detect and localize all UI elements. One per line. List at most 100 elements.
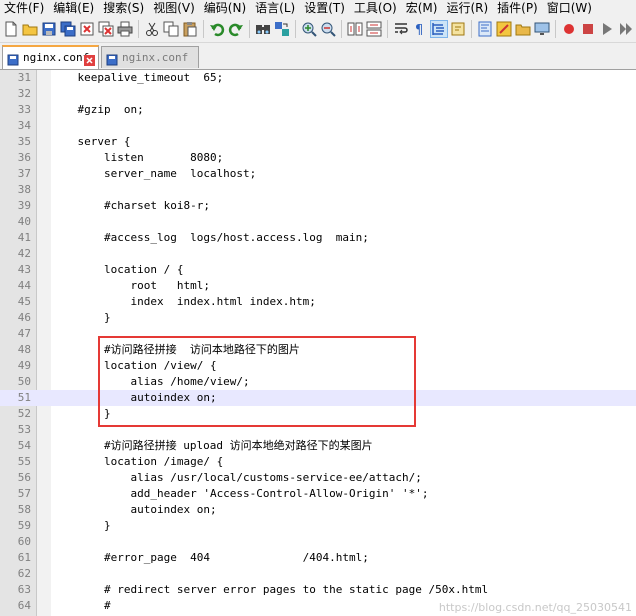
zoom-in-icon[interactable] bbox=[301, 21, 317, 37]
code-text: alias /usr/local/customs-service-ee/atta… bbox=[51, 471, 422, 484]
line-number: 39 bbox=[17, 199, 31, 212]
code-text: autoindex on; bbox=[51, 503, 217, 516]
line-number: 41 bbox=[17, 231, 31, 244]
code-line[interactable]: 39 #charset koi8-r; bbox=[0, 198, 636, 214]
code-line[interactable]: 31 keepalive_timeout 65; bbox=[0, 70, 636, 86]
paste-icon[interactable] bbox=[182, 21, 198, 37]
open-file-icon[interactable] bbox=[22, 21, 38, 37]
line-number: 52 bbox=[17, 407, 31, 420]
svg-text:¶: ¶ bbox=[415, 23, 423, 37]
menu-window[interactable]: 窗口(W) bbox=[543, 0, 597, 16]
close-icon[interactable] bbox=[79, 21, 95, 37]
sync-horizontal-icon[interactable] bbox=[366, 21, 382, 37]
menu-settings[interactable]: 设置(T) bbox=[300, 0, 350, 16]
record-macro-icon[interactable] bbox=[561, 21, 577, 37]
file-saved-icon bbox=[106, 52, 118, 66]
code-line[interactable]: 43 location / { bbox=[0, 262, 636, 278]
code-line[interactable]: 45 index index.html index.htm; bbox=[0, 294, 636, 310]
tab-nginx-conf-active[interactable]: nginx.conf bbox=[2, 45, 99, 69]
code-text: } bbox=[51, 311, 111, 324]
function-list-icon[interactable] bbox=[496, 21, 512, 37]
copy-icon[interactable] bbox=[163, 21, 179, 37]
line-number: 58 bbox=[17, 503, 31, 516]
code-line[interactable]: 46 } bbox=[0, 310, 636, 326]
new-file-icon[interactable] bbox=[3, 21, 19, 37]
line-number: 62 bbox=[17, 567, 31, 580]
line-number: 51 bbox=[17, 391, 31, 404]
line-number: 46 bbox=[17, 311, 31, 324]
line-number: 37 bbox=[17, 167, 31, 180]
code-text: listen 8080; bbox=[51, 151, 224, 164]
save-all-icon[interactable] bbox=[60, 21, 76, 37]
line-number: 32 bbox=[17, 87, 31, 100]
code-line[interactable]: 37 server_name localhost; bbox=[0, 166, 636, 182]
save-icon[interactable] bbox=[41, 21, 57, 37]
code-line[interactable]: 38 bbox=[0, 182, 636, 198]
code-line[interactable]: 61 #error_page 404 /404.html; bbox=[0, 550, 636, 566]
code-line[interactable]: 54 #访问路径拼接 upload 访问本地绝对路径下的某图片 bbox=[0, 438, 636, 454]
code-text: #error_page 404 /404.html; bbox=[51, 551, 369, 564]
code-line[interactable]: 36 listen 8080; bbox=[0, 150, 636, 166]
find-icon[interactable] bbox=[255, 21, 271, 37]
code-line[interactable]: 60 bbox=[0, 534, 636, 550]
menu-search[interactable]: 搜索(S) bbox=[99, 0, 149, 16]
tab-nginx-conf[interactable]: nginx.conf bbox=[101, 46, 199, 68]
cut-icon[interactable] bbox=[144, 21, 160, 37]
code-line[interactable]: 41 #access_log logs/host.access.log main… bbox=[0, 230, 636, 246]
menu-tools[interactable]: 工具(O) bbox=[350, 0, 402, 16]
replace-icon[interactable] bbox=[274, 21, 290, 37]
code-editor[interactable]: 31 keepalive_timeout 65; 32 33 #gzip on; 34… bbox=[0, 70, 636, 616]
zoom-out-icon[interactable] bbox=[320, 21, 336, 37]
sync-scroll-icon[interactable] bbox=[347, 21, 363, 37]
show-all-chars-icon[interactable]: ¶ bbox=[412, 21, 428, 37]
line-number: 47 bbox=[17, 327, 31, 340]
code-line[interactable]: 57 add_header 'Access-Control-Allow-Orig… bbox=[0, 486, 636, 502]
stop-macro-icon[interactable] bbox=[580, 21, 596, 37]
print-icon[interactable] bbox=[117, 21, 133, 37]
code-line[interactable]: 34 bbox=[0, 118, 636, 134]
code-line[interactable]: 55 location /image/ { bbox=[0, 454, 636, 470]
code-line[interactable]: 62 bbox=[0, 566, 636, 582]
line-number: 34 bbox=[17, 119, 31, 132]
menu-plugins[interactable]: 插件(P) bbox=[493, 0, 543, 16]
code-text: #gzip on; bbox=[51, 103, 144, 116]
line-number: 61 bbox=[17, 551, 31, 564]
play-macro-icon[interactable] bbox=[599, 21, 615, 37]
code-line[interactable]: 56 alias /usr/local/customs-service-ee/a… bbox=[0, 470, 636, 486]
run-macro-multiple-icon[interactable] bbox=[618, 21, 634, 37]
menu-edit[interactable]: 编辑(E) bbox=[49, 0, 99, 16]
menu-encoding[interactable]: 编码(N) bbox=[200, 0, 251, 16]
redo-icon[interactable] bbox=[228, 21, 244, 37]
close-all-icon[interactable] bbox=[98, 21, 114, 37]
code-text: keepalive_timeout 65; bbox=[51, 71, 224, 84]
indent-guide-icon[interactable] bbox=[430, 20, 448, 38]
menu-view[interactable]: 视图(V) bbox=[149, 0, 200, 16]
code-line[interactable]: 40 bbox=[0, 214, 636, 230]
code-line[interactable]: 44 root html; bbox=[0, 278, 636, 294]
code-line[interactable]: 59 } bbox=[0, 518, 636, 534]
user-language-icon[interactable] bbox=[450, 21, 466, 37]
tab-close-icon[interactable] bbox=[84, 52, 95, 66]
code-line[interactable]: 58 autoindex on; bbox=[0, 502, 636, 518]
code-line[interactable]: 33 #gzip on; bbox=[0, 102, 636, 118]
code-line[interactable]: 32 bbox=[0, 86, 636, 102]
menu-language[interactable]: 语言(L) bbox=[251, 0, 300, 16]
line-number: 48 bbox=[17, 343, 31, 356]
code-line[interactable]: 63 # redirect server error pages to the … bbox=[0, 582, 636, 598]
monitor-icon[interactable] bbox=[534, 21, 550, 37]
menu-bar: 文件(F) 编辑(E) 搜索(S) 视图(V) 编码(N) 语言(L) 设置(T) 工具(O)… bbox=[0, 0, 636, 16]
folder-workspace-icon[interactable] bbox=[515, 21, 531, 37]
code-line[interactable]: 35 server { bbox=[0, 134, 636, 150]
tab-label: nginx.conf bbox=[122, 51, 189, 64]
line-number: 63 bbox=[17, 583, 31, 596]
menu-macro[interactable]: 宏(M) bbox=[402, 0, 443, 16]
menu-run[interactable]: 运行(R) bbox=[442, 0, 493, 16]
doc-map-icon[interactable] bbox=[477, 21, 493, 37]
undo-icon[interactable] bbox=[209, 21, 225, 37]
code-text: server { bbox=[51, 135, 131, 148]
watermark: https://blog.csdn.net/qq_25030541 bbox=[438, 601, 632, 614]
code-line[interactable]: 42 bbox=[0, 246, 636, 262]
menu-file[interactable]: 文件(F) bbox=[0, 0, 49, 16]
line-number: 54 bbox=[17, 439, 31, 452]
wrap-icon[interactable] bbox=[393, 21, 409, 37]
